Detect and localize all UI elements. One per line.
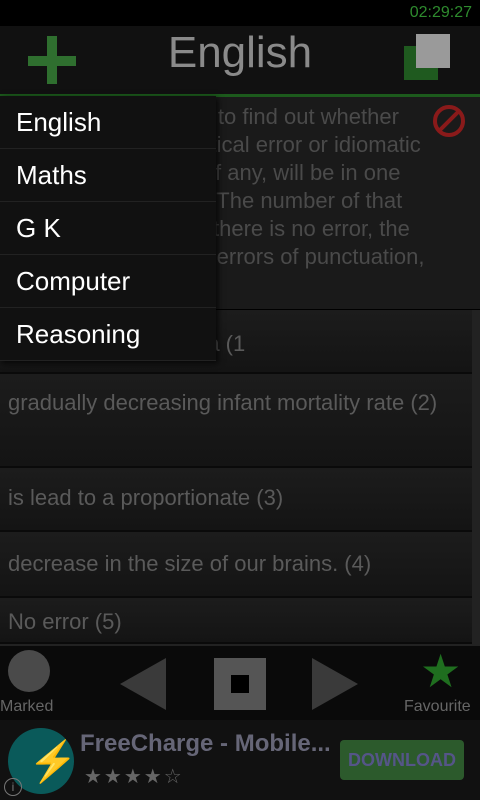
option-5[interactable]: No error (5) (0, 598, 472, 644)
menu-item-maths[interactable]: Maths (0, 149, 216, 202)
star-icon[interactable]: ★ (420, 648, 461, 694)
option-2[interactable]: gradually decreasing infant mortality ra… (0, 374, 472, 468)
option-4[interactable]: decrease in the size of our brains. (4) (0, 532, 472, 598)
marked-icon[interactable] (8, 650, 50, 692)
status-bar: 02:29:27 (0, 0, 480, 26)
ad-rating: ★★★★☆ (84, 766, 184, 788)
scrollbar[interactable] (472, 310, 480, 644)
ad-title[interactable]: FreeCharge - Mobile... (80, 730, 331, 758)
stop-button[interactable] (214, 658, 266, 710)
previous-icon[interactable] (120, 658, 166, 710)
no-entry-icon[interactable] (432, 104, 466, 138)
next-icon[interactable] (312, 658, 358, 710)
download-button[interactable]: DOWNLOAD (340, 740, 464, 780)
bottom-toolbar: Marked ★ Favourite (0, 644, 480, 722)
menu-item-gk[interactable]: G K (0, 202, 216, 255)
menu-item-english[interactable]: English (0, 96, 216, 149)
menu-item-computer[interactable]: Computer (0, 255, 216, 308)
info-icon[interactable]: i (4, 778, 22, 796)
copy-icon[interactable] (404, 34, 452, 82)
menu-item-reasoning[interactable]: Reasoning (0, 308, 216, 361)
option-3[interactable]: is lead to a proportionate (3) (0, 468, 472, 532)
subject-menu: English Maths G K Computer Reasoning (0, 96, 216, 361)
top-bar: English (0, 26, 480, 97)
ad-banner[interactable]: ⚡ FreeCharge - Mobile... ★★★★☆ DOWNLOAD … (0, 720, 480, 800)
clock: 02:29:27 (409, 4, 472, 21)
favourite-label[interactable]: Favourite (404, 698, 471, 716)
marked-label[interactable]: Marked (0, 698, 53, 716)
